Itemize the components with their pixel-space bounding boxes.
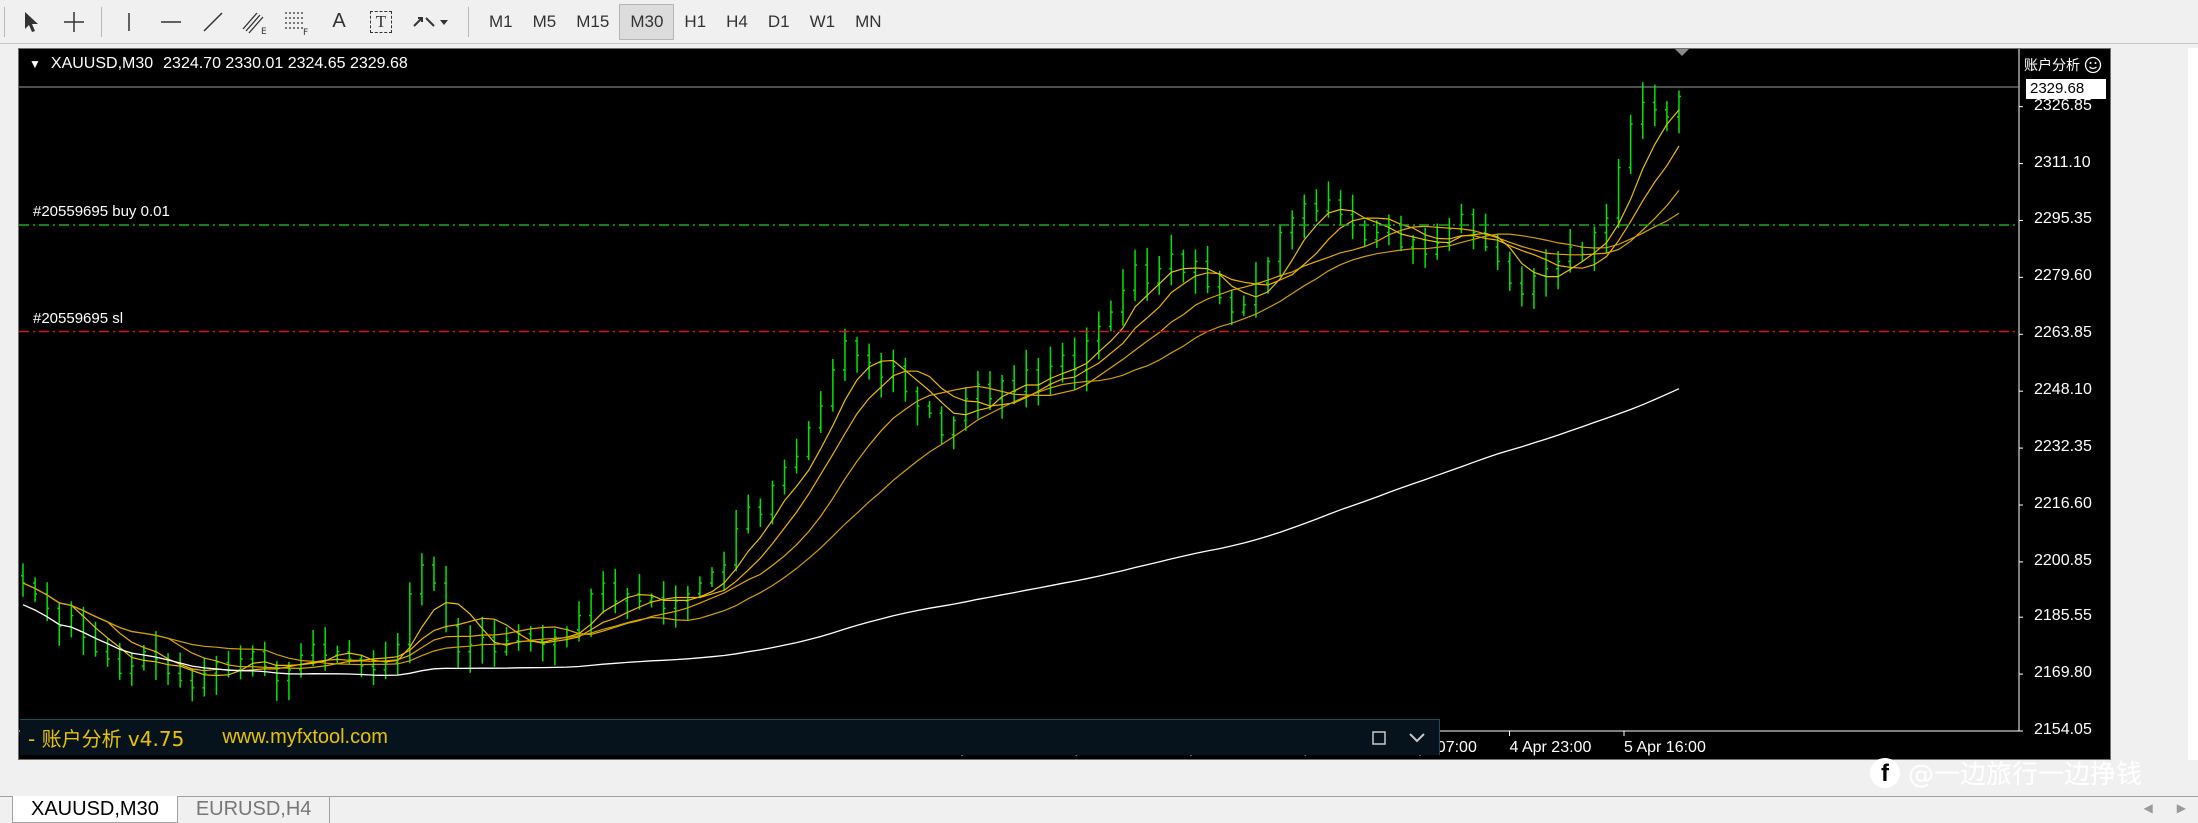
buy-order-label[interactable]: #20559695 buy 0.01 — [33, 203, 170, 220]
timeframe-mn-button[interactable]: MN — [845, 4, 891, 40]
timeframe-m1-button[interactable]: M1 — [479, 4, 523, 40]
shift-marker-icon — [1675, 49, 1689, 56]
moving-average-line — [22, 190, 1680, 670]
text-tool-button[interactable]: A — [318, 2, 360, 42]
symbol-info: ▼ XAUUSD,M30 2324.70 2330.01 2324.65 232… — [29, 55, 408, 73]
arrow-cursor-icon — [25, 11, 38, 32]
chevron-down-icon — [1409, 732, 1425, 742]
moving-average-line — [22, 388, 1680, 677]
side-panel-edge — [2188, 48, 2198, 760]
timeframe-h4-button[interactable]: H4 — [716, 4, 758, 40]
account-analysis-label[interactable]: 账户分析 — [2024, 55, 2102, 75]
text-label-tool-button[interactable]: T — [360, 2, 402, 42]
toolbar-grip — [4, 6, 5, 37]
horizontal-line-icon — [161, 20, 181, 23]
price-axis-label: 2200.85 — [2034, 551, 2092, 569]
indicator-title: - 账户分析 v4.75 — [28, 727, 185, 751]
vertical-line-icon — [128, 12, 130, 31]
scroll-right-icon[interactable]: ▶ — [2177, 801, 2186, 815]
price-axis-label: 2295.35 — [2034, 210, 2092, 228]
price-axis-label: 2169.80 — [2034, 664, 2092, 682]
facebook-icon: f — [1870, 757, 1900, 788]
price-axis-label: 2311.10 — [2034, 153, 2091, 171]
symbol-name: XAUUSD,M30 — [50, 55, 154, 72]
account-analysis-text: 账户分析 — [2024, 58, 2080, 74]
price-axis-label: 2248.10 — [2034, 381, 2092, 399]
timeframe-m5-button[interactable]: M5 — [523, 4, 567, 40]
collapse-panel-button[interactable] — [1407, 728, 1427, 748]
cursor-tool-button[interactable] — [11, 2, 53, 42]
ohlc-values: 2324.70 2330.01 2324.65 2329.68 — [163, 55, 408, 72]
indicator-panel-buttons — [1369, 728, 1427, 748]
timeframe-d1-button[interactable]: D1 — [758, 4, 800, 40]
maximize-panel-button[interactable] — [1369, 728, 1389, 748]
crosshair-tool-button[interactable] — [53, 2, 95, 42]
moving-average-line — [22, 109, 1680, 677]
price-axis-label: 2216.60 — [2034, 494, 2092, 512]
fibonacci-icon: F — [285, 11, 308, 35]
moving-average-line — [22, 145, 1680, 672]
square-icon — [1372, 730, 1386, 745]
stop-loss-label[interactable]: #20559695 sl — [33, 310, 123, 327]
channel-icon: E — [242, 12, 267, 35]
vertical-line-tool-button[interactable] — [108, 2, 150, 42]
crosshair-icon — [64, 11, 84, 32]
svg-text:F: F — [303, 28, 308, 35]
text-icon: A — [332, 10, 346, 32]
scroll-left-icon[interactable]: ◀ — [2144, 801, 2153, 815]
terminal-window: E F A T M1 M5 M15 M30 H1 H4 D1 W1 MN ▼ XAUUSD,M3… — [0, 0, 2198, 823]
price-axis-label: 2185.55 — [2034, 607, 2092, 625]
timeframe-m15-button[interactable]: M15 — [566, 4, 619, 40]
svg-text:E: E — [261, 27, 267, 35]
time-axis-label: 4 Apr 23:00 — [1509, 739, 1592, 756]
account-analysis-panel: - 账户分析 v4.75 www.myfxtool.com — [20, 719, 1440, 755]
horizontal-line-tool-button[interactable] — [150, 2, 192, 42]
timeframe-w1-button[interactable]: W1 — [800, 4, 846, 40]
moving-average-line — [22, 212, 1680, 666]
fibonacci-tool-button[interactable]: F — [276, 2, 318, 42]
chart-window[interactable]: ▼ XAUUSD,M30 2324.70 2330.01 2324.65 232… — [18, 48, 2111, 760]
time-axis-label: 5 Apr 16:00 — [1624, 739, 1706, 756]
trendline-icon — [203, 11, 223, 32]
price-axis-label: 2279.60 — [2034, 267, 2092, 285]
timeframe-group: M1 M5 M15 M30 H1 H4 D1 W1 MN — [479, 3, 892, 40]
price-chart[interactable] — [19, 49, 2112, 761]
smiley-icon — [2084, 56, 2102, 74]
arrows-tool-button[interactable] — [402, 2, 458, 42]
indicator-url[interactable]: www.myfxtool.com — [222, 726, 388, 749]
trendline-tool-button[interactable] — [192, 2, 234, 42]
social-watermark: f @一边旅行一边挣钱 — [1870, 754, 2142, 791]
tab-eurusd-h4[interactable]: EURUSD,H4 — [178, 796, 331, 823]
arrows-dropdown-icon — [413, 16, 448, 27]
price-axis-label: 2154.05 — [2034, 721, 2092, 738]
tab-scroll-buttons: ◀ ▶ — [2144, 801, 2186, 815]
current-price-marker: 2329.68 — [2026, 79, 2106, 99]
price-axis-label: 2232.35 — [2034, 438, 2092, 456]
timeframe-h1-button[interactable]: H1 — [674, 4, 716, 40]
price-axis-label: 2263.85 — [2034, 324, 2092, 342]
toolbar-separator — [468, 6, 469, 37]
tab-xauusd-m30[interactable]: XAUUSD,M30 — [12, 796, 178, 823]
drawing-toolbar: E F A T M1 M5 M15 M30 H1 H4 D1 W1 MN — [0, 0, 2198, 44]
watermark-text: @一边旅行一边挣钱 — [1908, 760, 2143, 790]
price-axis-label: 2326.85 — [2034, 96, 2092, 114]
timeframe-m30-button[interactable]: M30 — [619, 3, 675, 40]
toolbar-separator — [101, 6, 102, 37]
text-label-icon: T — [370, 10, 392, 33]
chart-tab-bar: XAUUSD,M30 EURUSD,H4 ◀ ▶ — [0, 796, 2198, 823]
channel-tool-button[interactable]: E — [234, 2, 276, 42]
collapse-triangle-icon[interactable]: ▼ — [29, 57, 41, 71]
